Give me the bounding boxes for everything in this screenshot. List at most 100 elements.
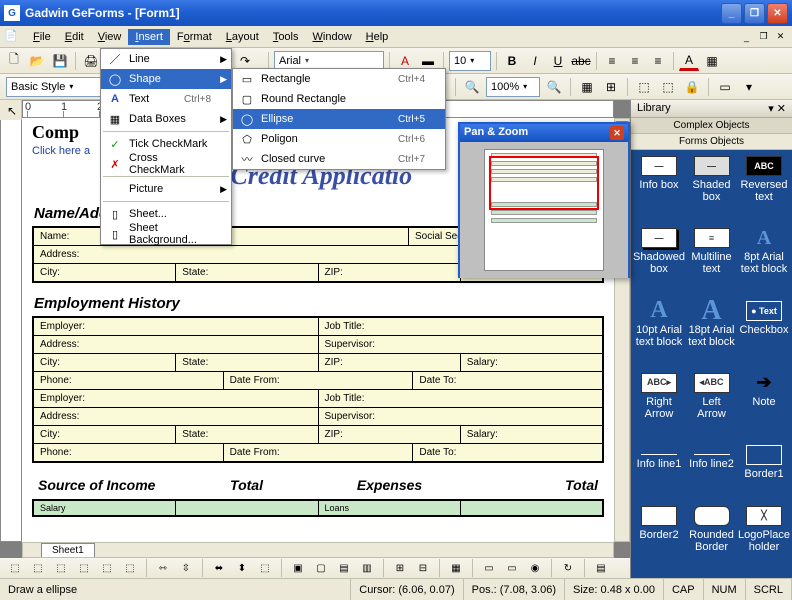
shape-rectangle[interactable]: ▭RectangleCtrl+4 [233,69,445,89]
align-vcenter[interactable]: ⬚ [98,560,116,576]
new-button[interactable]: 🗋 [4,51,24,71]
align-left[interactable]: ⬚ [6,560,24,576]
align-right-button[interactable]: ≡ [648,51,668,71]
group-button[interactable]: ⬚ [634,77,654,97]
mdi-minimize[interactable]: _ [739,30,754,43]
style-combo[interactable]: Basic Style▾ [6,77,102,97]
mode2[interactable]: ▭ [503,560,521,576]
menu-format[interactable]: Format [170,29,219,45]
ungroup2[interactable]: ⊟ [414,560,432,576]
shape-round-rectangle[interactable]: ▢Round Rectangle [233,89,445,109]
lib-18pt-text[interactable]: A18pt Arial text block [687,301,736,367]
library-closebtn[interactable]: ▾ ✕ [768,102,786,115]
lib-border1[interactable]: Border1 [738,445,790,499]
fontsize-combo[interactable]: 10▾ [449,51,491,71]
lib-left-arrow[interactable]: ◂ABCLeft Arrow [687,373,736,439]
zoom-out-button[interactable]: 🔍 [462,77,482,97]
dist-v[interactable]: ⇳ [177,560,195,576]
lib-8pt-text[interactable]: A8pt Arial text block [738,228,790,294]
library-tab-complex[interactable]: Complex Objects [631,118,792,134]
bring-front[interactable]: ▣ [289,560,307,576]
samesize[interactable]: ⬚ [256,560,274,576]
lib-infoline2[interactable]: Info line2 [687,445,736,499]
panzoom-viewport[interactable] [489,156,599,210]
panzoom-close[interactable]: ✕ [610,126,624,140]
sameheight[interactable]: ⬍ [233,560,251,576]
shape-ellipse[interactable]: ◯EllipseCtrl+5 [233,109,445,129]
menu-edit[interactable]: Edit [58,29,91,45]
insert-databoxes[interactable]: ▦Data Boxes▶ [101,109,231,129]
insert-cross[interactable]: ✗Cross CheckMark [101,154,231,174]
library-tab-forms[interactable]: Forms Objects [631,134,792,150]
maximize-button[interactable]: ❐ [744,3,765,24]
lib-border2[interactable]: Border2 [633,506,685,572]
minimize-button[interactable]: _ [721,3,742,24]
bring-fwd[interactable]: ▤ [335,560,353,576]
mode1[interactable]: ▭ [480,560,498,576]
samewidth[interactable]: ⬌ [210,560,228,576]
menu-view[interactable]: View [91,29,129,45]
group2[interactable]: ⊞ [391,560,409,576]
insert-line[interactable]: ／Line▶ [101,49,231,69]
grid-button[interactable]: ▦ [577,77,597,97]
lib-checkbox[interactable]: ● TextCheckbox [738,301,790,367]
shape-closed-curve[interactable]: 〰Closed curveCtrl+7 [233,149,445,169]
doc-icon[interactable]: 📄 [4,29,20,45]
send-bwd[interactable]: ▥ [358,560,376,576]
lib-infoline1[interactable]: Info line1 [633,445,685,499]
zoom-in-button[interactable]: 🔍 [544,77,564,97]
lib-multiline-text[interactable]: ≡Multiline text [687,228,736,294]
snap-button[interactable]: ⊞ [601,77,621,97]
ungroup-button[interactable]: ⬚ [658,77,678,97]
align-bottom[interactable]: ⬚ [121,560,139,576]
bold-button[interactable]: B [502,51,522,71]
lib-info-box[interactable]: —Info box [633,156,685,222]
align-center-button[interactable]: ≡ [625,51,645,71]
strike-button[interactable]: abc [571,51,591,71]
panzoom-body[interactable] [460,142,628,278]
insert-tick[interactable]: ✓Tick CheckMark [101,134,231,154]
align-right2[interactable]: ⬚ [52,560,70,576]
dist-h[interactable]: ⇿ [154,560,172,576]
save-button[interactable]: 💾 [50,51,70,71]
mdi-close[interactable]: ✕ [773,30,788,43]
send-back[interactable]: ▢ [312,560,330,576]
scrollbar-horizontal[interactable]: Sheet1 [22,542,614,558]
pointer-tool[interactable]: ↖ [2,101,22,121]
align-left-button[interactable]: ≡ [602,51,622,71]
open-button[interactable]: 📂 [27,51,47,71]
mode3[interactable]: ◉ [526,560,544,576]
menu-file[interactable]: FFileile [26,29,58,45]
lib-right-arrow[interactable]: ABC▸Right Arrow [633,373,685,439]
lib-shadowed-box[interactable]: —Shadowed box [633,228,685,294]
lib-shaded-box[interactable]: —Shaded box [687,156,736,222]
insert-shape[interactable]: ◯Shape▶ [101,69,231,89]
refresh-button[interactable]: ↻ [559,560,577,576]
morecolors-button[interactable]: ▦ [702,51,722,71]
lib-10pt-text[interactable]: A10pt Arial text block [633,301,685,367]
italic-button[interactable]: I [525,51,545,71]
menu-layout[interactable]: Layout [219,29,266,45]
menu-window[interactable]: Window [306,29,359,45]
fontcolor2-button[interactable]: A [679,51,699,71]
menu-insert[interactable]: Insert [128,29,170,45]
insert-text[interactable]: ATextCtrl+8 [101,89,231,109]
mdi-restore[interactable]: ❐ [756,30,771,43]
align-hcenter[interactable]: ⬚ [29,560,47,576]
insert-picture[interactable]: Picture▶ [101,179,231,199]
lock-button[interactable]: 🔒 [682,77,702,97]
print-button[interactable]: 🖨 [81,51,101,71]
menu-help[interactable]: Help [359,29,396,45]
lib-logoplaceholder[interactable]: ╳LogoPlace holder [738,506,790,572]
lib-note[interactable]: ➔Note [738,373,790,439]
underline-button[interactable]: U [548,51,568,71]
more-shapes[interactable]: ▾ [739,77,759,97]
close-button[interactable]: ✕ [767,3,788,24]
sheet-tab[interactable]: Sheet1 [41,543,95,557]
pan-zoom-window[interactable]: Pan & Zoom✕ [458,122,630,278]
menu-tools[interactable]: Tools [266,29,306,45]
lib-rounded-border[interactable]: Rounded Border [687,506,736,572]
insert-sheetbg[interactable]: ▯Sheet Background... [101,224,231,244]
panwin-toggle[interactable]: ▦ [447,560,465,576]
align-top[interactable]: ⬚ [75,560,93,576]
